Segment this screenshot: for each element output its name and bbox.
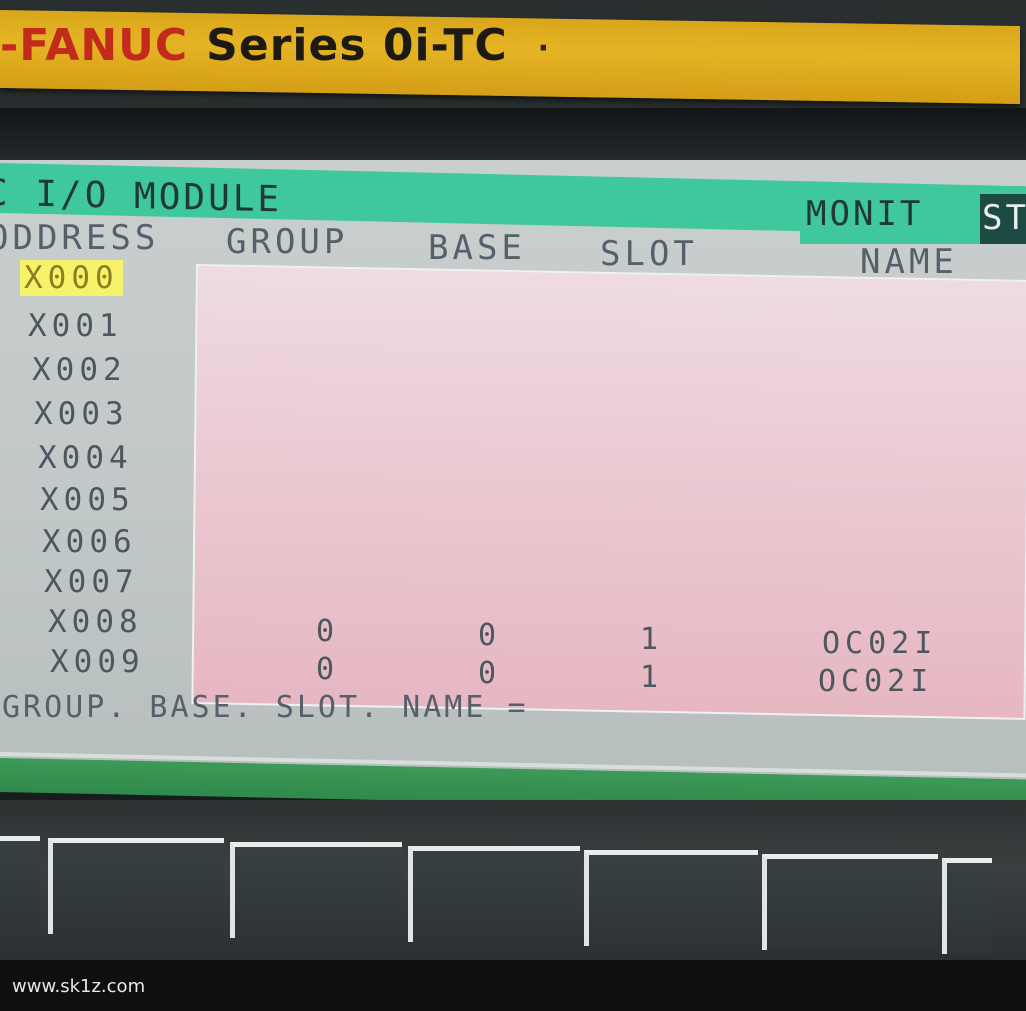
brand-logo: -FANUC Series 0i-TC · bbox=[0, 20, 550, 71]
address-x002[interactable]: X002 bbox=[32, 352, 127, 388]
row-x009-base: 0 bbox=[478, 656, 502, 691]
brand-dot: · bbox=[537, 30, 551, 66]
address-x001[interactable]: X001 bbox=[28, 308, 123, 344]
column-header-address: ODDRESS bbox=[0, 218, 160, 258]
bezel-top bbox=[0, 108, 1026, 163]
softkey-row bbox=[0, 800, 1026, 970]
softkey-next[interactable] bbox=[942, 858, 992, 954]
row-x008-group: 0 bbox=[316, 614, 340, 649]
softkey-5[interactable] bbox=[762, 854, 938, 950]
address-x009[interactable]: X009 bbox=[50, 644, 145, 680]
address-x000[interactable]: X000 bbox=[20, 260, 123, 296]
series-label: Series 0i-TC bbox=[206, 20, 508, 71]
softkey-1[interactable] bbox=[48, 838, 224, 934]
row-x008-base: 0 bbox=[478, 618, 502, 653]
column-header-base: BASE bbox=[428, 228, 526, 268]
softkey-2[interactable] bbox=[230, 842, 402, 938]
address-x006[interactable]: X006 bbox=[42, 524, 137, 560]
column-header-group: GROUP bbox=[226, 222, 349, 262]
mode-label: MONIT bbox=[806, 194, 924, 234]
address-x003[interactable]: X003 bbox=[34, 396, 129, 432]
column-header-slot: SLOT bbox=[600, 234, 698, 274]
softkey-return[interactable] bbox=[0, 836, 40, 932]
row-x008-name: OC02I bbox=[822, 626, 938, 661]
column-header-name: NAME bbox=[860, 242, 958, 282]
row-x009-slot: 1 bbox=[640, 660, 664, 695]
row-x008-slot: 1 bbox=[640, 622, 664, 657]
fanuc-logo: -FANUC bbox=[0, 20, 189, 71]
address-x004[interactable]: X004 bbox=[38, 440, 133, 476]
bezel-bottom bbox=[0, 960, 1026, 1011]
input-prompt[interactable]: GROUP. BASE. SLOT. NAME = bbox=[2, 690, 529, 725]
softkey-4[interactable] bbox=[584, 850, 758, 946]
screen-title: C I/O MODULE bbox=[0, 172, 283, 221]
softkey-3[interactable] bbox=[408, 846, 580, 942]
address-x008[interactable]: X008 bbox=[48, 604, 143, 640]
address-x007[interactable]: X007 bbox=[44, 564, 139, 600]
watermark: www.sk1z.com bbox=[12, 976, 146, 997]
address-x005[interactable]: X005 bbox=[40, 482, 135, 518]
mode-suffix: ST bbox=[982, 198, 1026, 238]
row-x009-group: 0 bbox=[316, 652, 340, 687]
row-x009-name: OC02I bbox=[818, 664, 934, 699]
screen: C I/O MODULE MONIT ST ODDRESS GROUP BASE… bbox=[0, 160, 1026, 790]
cnc-monitor-frame: -FANUC Series 0i-TC · C I/O MODULE MONIT S… bbox=[0, 0, 1026, 1011]
